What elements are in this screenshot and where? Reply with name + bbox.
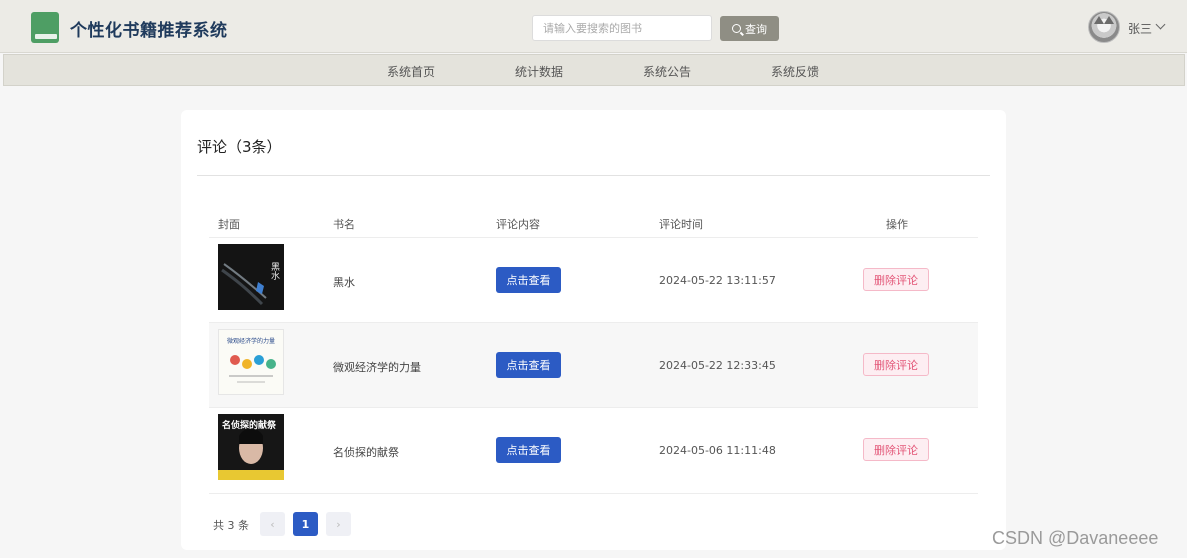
column-header-content: 评论内容 (496, 218, 540, 231)
svg-text:名侦探的献祭: 名侦探的献祭 (222, 419, 277, 431)
view-comment-button[interactable]: 点击查看 (496, 437, 561, 463)
table-row: 黑水 黑水 点击查看 2024-05-22 13:11:57 删除评论 (209, 237, 978, 322)
comment-time: 2024-05-22 12:33:45 (659, 359, 776, 372)
comments-card: 评论（3条） 封面 书名 评论内容 评论时间 操作 黑水 黑水 点击查看 202… (181, 110, 1006, 550)
watermark: CSDN @Davaneeee (992, 528, 1159, 548)
nav-item-notices[interactable]: 系统公告 (643, 63, 691, 80)
nav-item-feedback[interactable]: 系统反馈 (771, 63, 819, 80)
book-name: 名侦探的献祭 (333, 446, 399, 459)
username[interactable]: 张三 (1128, 20, 1152, 37)
nav-item-home[interactable]: 系统首页 (387, 63, 435, 80)
comment-time: 2024-05-06 11:11:48 (659, 444, 776, 457)
comment-time: 2024-05-22 13:11:57 (659, 274, 776, 287)
svg-text:黑水: 黑水 (269, 262, 280, 280)
pagination-prev-button[interactable]: ‹ (260, 512, 285, 536)
book-logo-icon (31, 12, 59, 43)
top-header: 个性化书籍推荐系统 查询 张三 (0, 0, 1187, 53)
view-comment-button[interactable]: 点击查看 (496, 352, 561, 378)
book-name: 微观经济学的力量 (333, 361, 421, 374)
delete-comment-button[interactable]: 删除评论 (863, 438, 929, 461)
delete-comment-button[interactable]: 删除评论 (863, 353, 929, 376)
main-nav: 系统首页 统计数据 系统公告 系统反馈 (3, 54, 1185, 86)
table-row: 名侦探的献祭 名侦探的献祭 点击查看 2024-05-06 11:11:48 删… (209, 407, 978, 492)
site-title: 个性化书籍推荐系统 (70, 21, 228, 41)
chevron-down-icon[interactable] (1155, 19, 1166, 30)
pagination-total: 共 3 条 (213, 519, 249, 532)
book-cover-image: 微观经济学的力量 (218, 329, 284, 395)
book-cover-image: 黑水 (218, 244, 284, 310)
column-header-actions: 操作 (886, 218, 908, 231)
search-icon (732, 24, 741, 33)
column-header-cover: 封面 (218, 218, 240, 231)
avatar[interactable] (1088, 11, 1120, 43)
nav-item-stats[interactable]: 统计数据 (515, 63, 563, 80)
view-comment-button[interactable]: 点击查看 (496, 267, 561, 293)
svg-text:微观经济学的力量: 微观经济学的力量 (227, 337, 275, 345)
divider (197, 175, 990, 176)
book-cover-image: 名侦探的献祭 (218, 414, 284, 480)
search-button-label: 查询 (745, 22, 767, 36)
book-name: 黑水 (333, 276, 355, 289)
pagination-next-button[interactable]: › (326, 512, 351, 536)
column-header-time: 评论时间 (659, 218, 703, 231)
pagination-page-1[interactable]: 1 (293, 512, 318, 536)
table-row: 微观经济学的力量 微观经济学的力量 点击查看 2024-05-22 12:33:… (209, 322, 978, 407)
table-bottom-border (209, 493, 978, 494)
search-input[interactable] (532, 15, 712, 41)
column-header-book: 书名 (333, 218, 355, 231)
delete-comment-button[interactable]: 删除评论 (863, 268, 929, 291)
page-title: 评论（3条） (197, 138, 282, 156)
search-button[interactable]: 查询 (720, 16, 779, 41)
